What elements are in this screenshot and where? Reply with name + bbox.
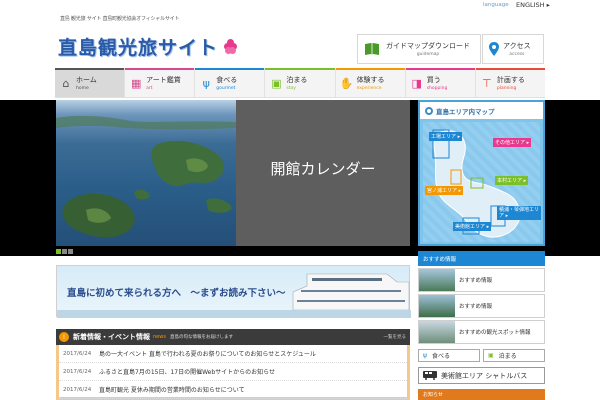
news-row[interactable]: 2017/6/24 直島町観光 夏休み期間の営業時間のお知らせについて	[59, 381, 407, 399]
recommend-item[interactable]: おすすめ情報	[418, 268, 545, 292]
guidemap-download-button[interactable]: ガイドマップダウンロード guidemap	[357, 34, 481, 64]
nav-home[interactable]: ⌂ ホーム home	[55, 68, 126, 97]
news-date: 2017/6/24	[63, 350, 92, 357]
map-label-museum-area[interactable]: 美術館エリア ▸	[453, 222, 492, 231]
map-canvas[interactable]: 工場エリア ▸ その他エリア ▸ 本村エリア ▸ 宮ノ浦エリア ▸ 積浦・琴弾地…	[423, 122, 541, 242]
nav-planning[interactable]: ⊤ 計画する planning	[475, 68, 545, 97]
calendar-caption[interactable]: 開館カレンダー	[236, 158, 410, 179]
map-label-honmura-area[interactable]: 本村エリア ▸	[495, 176, 529, 185]
signpost-icon: ⊤	[482, 76, 492, 90]
news-row[interactable]: 2017/6/24 島の一大イベント 直島で行われる夏のお祭りについてのお知らせ…	[59, 345, 407, 363]
news-text: 直島町観光 夏休み期間の営業時間のお知らせについて	[99, 387, 245, 394]
language-label: language	[483, 2, 509, 8]
home-icon: ⌂	[62, 76, 70, 90]
slider-dot[interactable]	[62, 249, 67, 254]
nav-accent-bar	[55, 68, 125, 70]
map-label-factory-area[interactable]: 工場エリア ▸	[429, 132, 463, 141]
slider-pagination	[56, 249, 73, 254]
map-label-tsumiura-area[interactable]: 積浦・琴弾地エリア ▸	[497, 206, 541, 220]
nav-shopping[interactable]: ◨ 買う shopping	[405, 68, 476, 97]
banner-title: 直島に初めて来られる方へ ～まずお読み下さい～	[67, 288, 286, 299]
shopping-icon: ◨	[411, 76, 422, 90]
shuttle-bus-button[interactable]: 美術館エリア シャトルバス	[418, 367, 545, 384]
news-more-link[interactable]: 一覧を見る	[384, 334, 407, 340]
news-row[interactable]: 2017/6/24 ふるさと直島7月の15日、17日の開催Webサイトからのお知…	[59, 363, 407, 381]
top-bar: language ENGLISH ▸	[0, 0, 600, 12]
stay-button[interactable]: ▣ 泊まる	[483, 349, 545, 362]
hero-slider[interactable]: 開館カレンダー	[56, 100, 410, 246]
map-label-other-area[interactable]: その他エリア ▸	[493, 138, 532, 147]
slider-dot[interactable]	[56, 249, 61, 254]
nav-accent-bar	[335, 68, 405, 70]
news-date: 2017/6/24	[63, 386, 92, 393]
news-header: ! 新着情報・イベント情報 news 直島の旬な情報をお届けします 一覧を見る	[56, 329, 410, 345]
access-button[interactable]: アクセス access	[482, 34, 544, 64]
fork-knife-icon: ψ	[202, 76, 210, 90]
recommend-thumbnail	[419, 295, 455, 317]
island-area-map: 直島エリア内マップ 工場エリア ▸ その他エリア ▸ 本村エリア ▸ 宮ノ浦エリ…	[418, 100, 545, 246]
flower-icon	[224, 39, 238, 54]
experience-icon: ✋	[339, 76, 354, 90]
nav-experience[interactable]: ✋ 体験する experience	[335, 68, 406, 97]
nav-accent-bar	[265, 68, 335, 70]
site-logo[interactable]: 直島観光旅サイト	[58, 30, 258, 62]
news-text: ふるさと直島7月の15日、17日の開催Webサイトからのお知らせ	[99, 369, 276, 376]
exclamation-icon: !	[59, 332, 69, 342]
nav-art[interactable]: ▦ アート鑑賞 art	[125, 68, 196, 97]
nav-gourmet[interactable]: ψ 食べる gourmet	[195, 68, 266, 97]
slider-dot[interactable]	[68, 249, 73, 254]
nav-accent-bar	[405, 68, 475, 70]
island-aerial-photo	[56, 100, 236, 246]
language-english-link[interactable]: ENGLISH ▸	[516, 1, 550, 9]
notice-header: お知らせ	[418, 389, 545, 400]
eat-button[interactable]: ψ 食べる	[418, 349, 480, 362]
pin-icon	[489, 42, 499, 56]
news-title: 新着情報・イベント情報	[73, 333, 150, 341]
nav-accent-bar	[125, 68, 195, 70]
map-label-miyanoura-area[interactable]: 宮ノ浦エリア ▸	[425, 186, 464, 195]
news-text: 島の一大イベント 直島で行われる夏のお祭りについてのお知らせとスケジュール	[99, 351, 316, 358]
logo-text: 直島観光旅サイト	[58, 36, 219, 59]
nav-accent-bar	[195, 68, 265, 70]
news-subtitle: 直島の旬な情報をお届けします	[169, 335, 233, 340]
recommend-thumbnail	[419, 321, 455, 343]
site-tagline: 直島 観光旅 サイト 直島町観光協会オフィシャルサイト	[60, 16, 180, 22]
art-icon: ▦	[130, 76, 142, 90]
news-date: 2017/6/24	[63, 368, 92, 375]
recommend-header: おすすめ情報	[418, 251, 545, 266]
suitcase-icon: ▣	[271, 76, 282, 90]
recommend-thumbnail	[419, 269, 455, 291]
first-visit-banner[interactable]: 直島に初めて来られる方へ ～まずお読み下さい～	[56, 265, 411, 318]
suitcase-icon: ▣	[488, 352, 494, 359]
recommend-item[interactable]: おすすめ情報	[418, 294, 545, 318]
news-list: 2017/6/24 島の一大イベント 直島で行われる夏のお祭りについてのお知らせ…	[56, 345, 410, 400]
map-circle-icon	[425, 106, 433, 115]
main-nav: ⌂ ホーム home ▦ アート鑑賞 art ψ 食べる gourmet ▣ 泊まる s…	[55, 68, 545, 98]
map-book-icon	[364, 42, 380, 56]
nav-accent-bar	[475, 68, 545, 70]
nav-stay[interactable]: ▣ 泊まる stay	[265, 68, 336, 97]
access-label: アクセス access	[503, 42, 531, 57]
news-en-label: news	[153, 334, 166, 340]
guidemap-label: ガイドマップダウンロード guidemap	[386, 42, 470, 57]
recommend-item[interactable]: おすすめの観光スポット情報	[418, 320, 545, 344]
bus-icon	[423, 371, 437, 380]
map-header: 直島エリア内マップ	[420, 102, 543, 119]
fork-knife-icon: ψ	[423, 352, 427, 359]
